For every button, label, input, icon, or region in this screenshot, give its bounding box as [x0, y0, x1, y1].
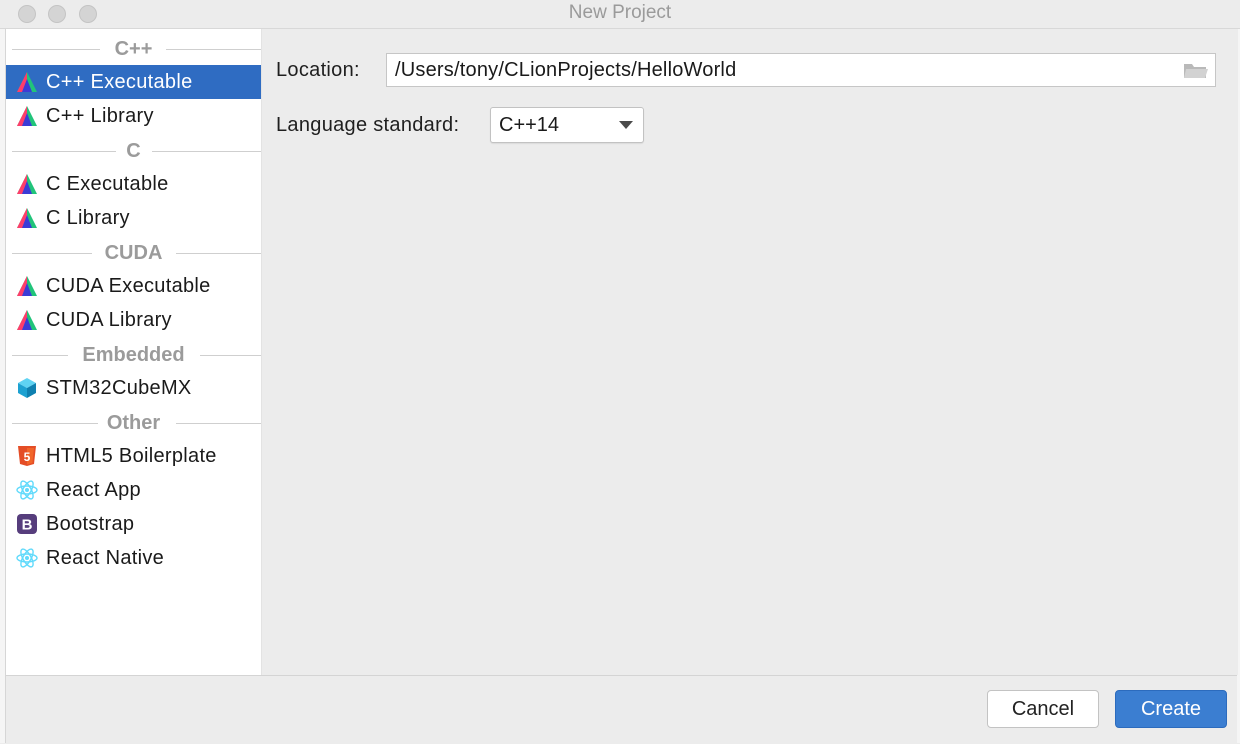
- project-type-cuda-library[interactable]: CUDA Library: [6, 303, 261, 337]
- location-input[interactable]: /Users/tony/CLionProjects/HelloWorld: [386, 53, 1216, 87]
- language-standard-select[interactable]: C++14: [490, 107, 644, 143]
- group-header-cpp: C++: [6, 31, 261, 65]
- title-bar: New Project: [0, 0, 1240, 29]
- folder-icon[interactable]: [1182, 59, 1210, 81]
- react-icon: [16, 480, 38, 500]
- language-standard-label: Language standard:: [276, 114, 460, 136]
- language-standard-value: C++14: [499, 114, 560, 136]
- group-header-cuda: CUDA: [6, 235, 261, 269]
- project-type-cpp-executable[interactable]: C++ Executable: [6, 65, 261, 99]
- project-settings-panel: Location: /Users/tony/CLionProjects/Hell…: [262, 29, 1238, 675]
- item-label: React Native: [46, 547, 165, 569]
- item-label: C Library: [46, 207, 130, 229]
- item-label: C++ Library: [46, 105, 154, 127]
- cube-icon: [18, 378, 36, 398]
- svg-text:B: B: [22, 517, 33, 534]
- create-button[interactable]: Create: [1115, 690, 1227, 728]
- item-label: C Executable: [46, 173, 169, 195]
- new-project-dialog: New Project C++ C++ Executable C++ Libra…: [0, 0, 1240, 744]
- project-type-react-app[interactable]: React App: [6, 473, 261, 507]
- project-type-bootstrap[interactable]: B Bootstrap: [6, 507, 261, 541]
- location-label: Location:: [276, 59, 360, 81]
- item-label: C++ Executable: [46, 71, 193, 93]
- clion-triangle-icon: [17, 276, 37, 296]
- project-type-html5-boilerplate[interactable]: 5 HTML5 Boilerplate: [6, 439, 261, 473]
- clion-triangle-icon: [17, 174, 37, 194]
- group-header-label: Embedded: [74, 344, 193, 366]
- window-title: New Project: [568, 2, 672, 23]
- group-header-c: C: [6, 133, 261, 167]
- item-label: React App: [46, 479, 141, 501]
- item-label: HTML5 Boilerplate: [46, 445, 217, 467]
- group-header-embedded: Embedded: [6, 337, 261, 371]
- clion-triangle-icon: [17, 106, 37, 126]
- project-type-react-native[interactable]: React Native: [6, 541, 261, 575]
- clion-triangle-icon: [17, 72, 37, 92]
- item-label: STM32CubeMX: [46, 377, 192, 399]
- dialog-footer: Cancel Create: [6, 675, 1237, 744]
- project-type-stm32cubemx[interactable]: STM32CubeMX: [6, 371, 261, 405]
- project-type-cuda-executable[interactable]: CUDA Executable: [6, 269, 261, 303]
- item-label: CUDA Library: [46, 309, 172, 331]
- group-header-other: Other: [6, 405, 261, 439]
- group-header-label: Other: [98, 412, 169, 434]
- svg-text:5: 5: [24, 450, 31, 464]
- clion-triangle-icon: [17, 310, 37, 330]
- project-type-cpp-library[interactable]: C++ Library: [6, 99, 261, 133]
- project-type-c-library[interactable]: C Library: [6, 201, 261, 235]
- item-label: CUDA Executable: [46, 275, 211, 297]
- cancel-button[interactable]: Cancel: [987, 690, 1099, 728]
- group-header-label: CUDA: [96, 242, 171, 264]
- project-type-c-executable[interactable]: C Executable: [6, 167, 261, 201]
- html5-icon: 5: [18, 446, 36, 466]
- item-label: Bootstrap: [46, 513, 135, 535]
- clion-triangle-icon: [17, 208, 37, 228]
- chevron-down-icon: [619, 121, 633, 129]
- bootstrap-icon: B: [17, 514, 37, 534]
- group-header-label: C++: [106, 38, 161, 60]
- project-type-list: C++ C++ Executable C++ Library C C Execu…: [6, 29, 262, 675]
- react-icon: [16, 548, 38, 568]
- group-header-label: C: [118, 140, 149, 162]
